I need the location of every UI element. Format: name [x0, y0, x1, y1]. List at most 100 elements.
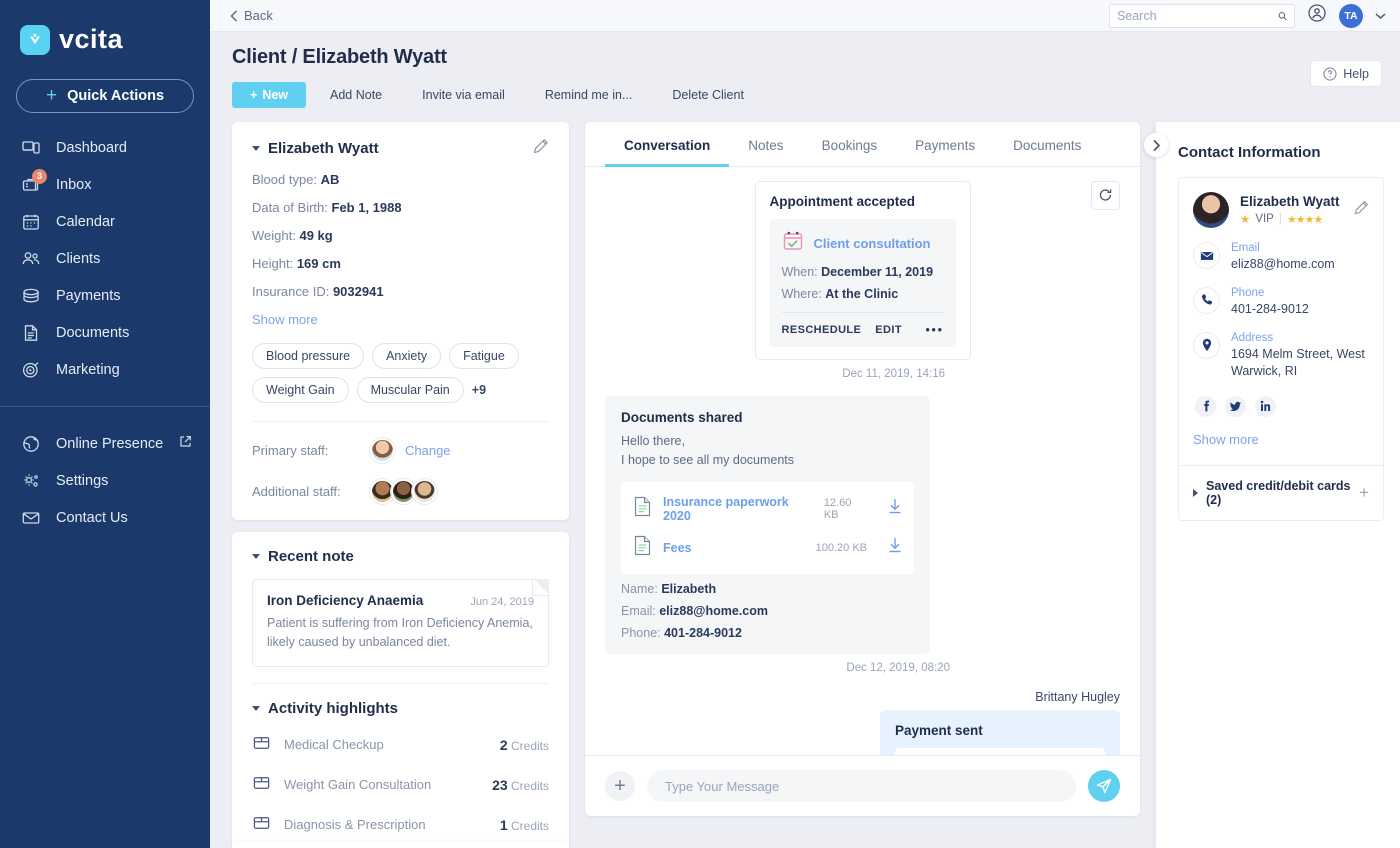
twitter-icon[interactable] [1225, 395, 1246, 417]
edit-pencil-icon[interactable] [533, 138, 549, 159]
avatar[interactable] [370, 438, 395, 463]
document-name[interactable]: Fees [663, 541, 692, 555]
sidebar-item-settings[interactable]: Settings [0, 462, 210, 499]
contact-show-more[interactable]: Show more [1193, 431, 1369, 449]
tag[interactable]: Weight Gain [252, 377, 349, 403]
refresh-button[interactable] [1091, 181, 1120, 210]
edit-pencil-icon[interactable] [1354, 200, 1369, 220]
tab-documents[interactable]: Documents [994, 122, 1100, 166]
contact-address-row[interactable]: Address 1694 Melm Street, West Warwick, … [1193, 331, 1369, 380]
tab-bookings[interactable]: Bookings [803, 122, 897, 166]
primary-staff-label: Primary staff: [252, 443, 329, 458]
search-icon [1278, 11, 1287, 20]
show-more-link[interactable]: Show more [252, 312, 318, 327]
contact-header: Elizabeth Wyatt ★ VIP | ★★★★ [1193, 192, 1369, 228]
more-options-icon[interactable]: ••• [925, 322, 943, 337]
quick-actions-button[interactable]: + Quick Actions [16, 79, 194, 113]
note-date: Jun 24, 2019 [470, 596, 534, 608]
facebook-icon[interactable] [1195, 395, 1216, 417]
activity-header[interactable]: Activity highlights [252, 700, 549, 717]
panel-collapse-button[interactable] [1144, 133, 1168, 157]
note-item[interactable]: Iron Deficiency Anaemia Jun 24, 2019 Pat… [252, 579, 549, 667]
remind-me-button[interactable]: Remind me in... [528, 82, 649, 108]
document-row[interactable]: Fees 100.20 KB [621, 529, 914, 567]
tab-payments[interactable]: Payments [896, 122, 994, 166]
tab-notes[interactable]: Notes [729, 122, 802, 166]
tags-more-count[interactable]: +9 [472, 383, 486, 397]
add-card-plus-icon[interactable]: + [1359, 484, 1369, 501]
contact-phone-row[interactable]: Phone 401-284-9012 [1193, 286, 1369, 318]
tag[interactable]: Blood pressure [252, 343, 365, 369]
activity-item[interactable]: Weight Gain Consultation 23 Credits [252, 773, 549, 797]
contact-email-row[interactable]: Email eliz88@home.com [1193, 242, 1369, 273]
sidebar-item-online-presence[interactable]: Online Presence [0, 425, 210, 462]
search-input[interactable] [1117, 8, 1278, 23]
activity-item[interactable]: Diagnosis & Prescription 1 Credits [252, 813, 549, 837]
sidebar-item-clients[interactable]: Clients [0, 240, 210, 277]
sidebar-item-calendar[interactable]: Calendar [0, 203, 210, 240]
add-note-button[interactable]: Add Note [314, 82, 399, 108]
field-insurance-id: Insurance ID: 9032941 [252, 284, 549, 299]
vcita-logo-icon [20, 24, 50, 55]
tag[interactable]: Anxiety [372, 343, 442, 369]
activity-item[interactable]: Medical Checkup 2 Credits [252, 733, 549, 757]
user-avatar[interactable]: TA [1339, 3, 1363, 28]
tab-conversation[interactable]: Conversation [605, 122, 730, 167]
edit-button[interactable]: EDIT [875, 324, 902, 336]
message-input[interactable] [647, 770, 1076, 802]
invite-via-email-button[interactable]: Invite via email [406, 82, 521, 108]
account-circle-icon[interactable] [1307, 3, 1327, 28]
additional-staff-avatars [370, 479, 437, 504]
avatar[interactable] [1193, 192, 1229, 228]
crown-icon: ★ [1240, 214, 1251, 226]
saved-cards-row[interactable]: Saved credit/debit cards (2) + [1179, 464, 1383, 520]
file-icon [633, 535, 652, 561]
search-box[interactable] [1109, 3, 1295, 28]
avatar[interactable] [412, 479, 437, 504]
show-more-link[interactable]: Show more [1193, 432, 1259, 447]
activity-credits: 23 Credits [492, 777, 549, 793]
chevron-down-icon[interactable] [1375, 12, 1386, 20]
caret-down-icon[interactable] [252, 146, 260, 151]
back-button[interactable]: Back [230, 8, 273, 23]
client-details-header[interactable]: Elizabeth Wyatt [252, 138, 549, 159]
field-value: 9032941 [332, 284, 384, 299]
contact-phone-line: Phone: 401-284-9012 [621, 626, 914, 640]
sidebar-item-contact-us[interactable]: Contact Us [0, 499, 210, 536]
caret-down-icon[interactable] [252, 705, 260, 711]
document-name[interactable]: Insurance paperwork 2020 [663, 495, 813, 523]
reschedule-button[interactable]: RESCHEDULE [782, 324, 862, 336]
recent-note-card: Recent note Iron Deficiency Anaemia Jun … [232, 532, 569, 848]
file-icon [633, 496, 652, 522]
message-thread: Appointment accepted Client consultation [585, 167, 1140, 755]
sidebar-item-documents[interactable]: Documents [0, 314, 210, 351]
caret-right-icon[interactable] [1193, 488, 1198, 497]
package-icon [252, 813, 271, 837]
caret-down-icon[interactable] [252, 554, 260, 559]
new-button[interactable]: + New [232, 82, 307, 108]
send-button[interactable] [1088, 770, 1120, 802]
linkedin-icon[interactable] [1255, 395, 1276, 417]
logo[interactable]: vcita [0, 0, 210, 55]
sidebar-label: Payments [56, 287, 121, 304]
contact-name: Elizabeth Wyatt [1240, 194, 1340, 209]
rating-stars: ★★★★ [1286, 213, 1323, 226]
sidebar-item-payments[interactable]: Payments [0, 277, 210, 314]
sidebar-item-inbox[interactable]: 3 Inbox [0, 166, 210, 203]
delete-client-button[interactable]: Delete Client [656, 82, 760, 108]
attach-plus-button[interactable]: + [605, 771, 635, 801]
help-button[interactable]: Help [1310, 60, 1382, 87]
document-row[interactable]: Insurance paperwork 2020 12.60 KB [621, 489, 914, 529]
tag[interactable]: Muscular Pain [356, 377, 464, 403]
recent-note-header[interactable]: Recent note [252, 548, 549, 565]
appointment-link[interactable]: Client consultation [814, 236, 931, 251]
download-icon[interactable] [888, 537, 902, 558]
payment-detail[interactable]: Payment for Consultation [895, 747, 1105, 755]
tag[interactable]: Fatigue [449, 343, 519, 369]
download-icon[interactable] [888, 498, 902, 519]
phone-value: 401-284-9012 [1231, 301, 1309, 316]
sidebar-item-marketing[interactable]: Marketing [0, 351, 210, 388]
field-height: Height: 169 cm [252, 256, 549, 271]
sidebar-item-dashboard[interactable]: Dashboard [0, 129, 210, 166]
change-staff-link[interactable]: Change [405, 443, 451, 458]
